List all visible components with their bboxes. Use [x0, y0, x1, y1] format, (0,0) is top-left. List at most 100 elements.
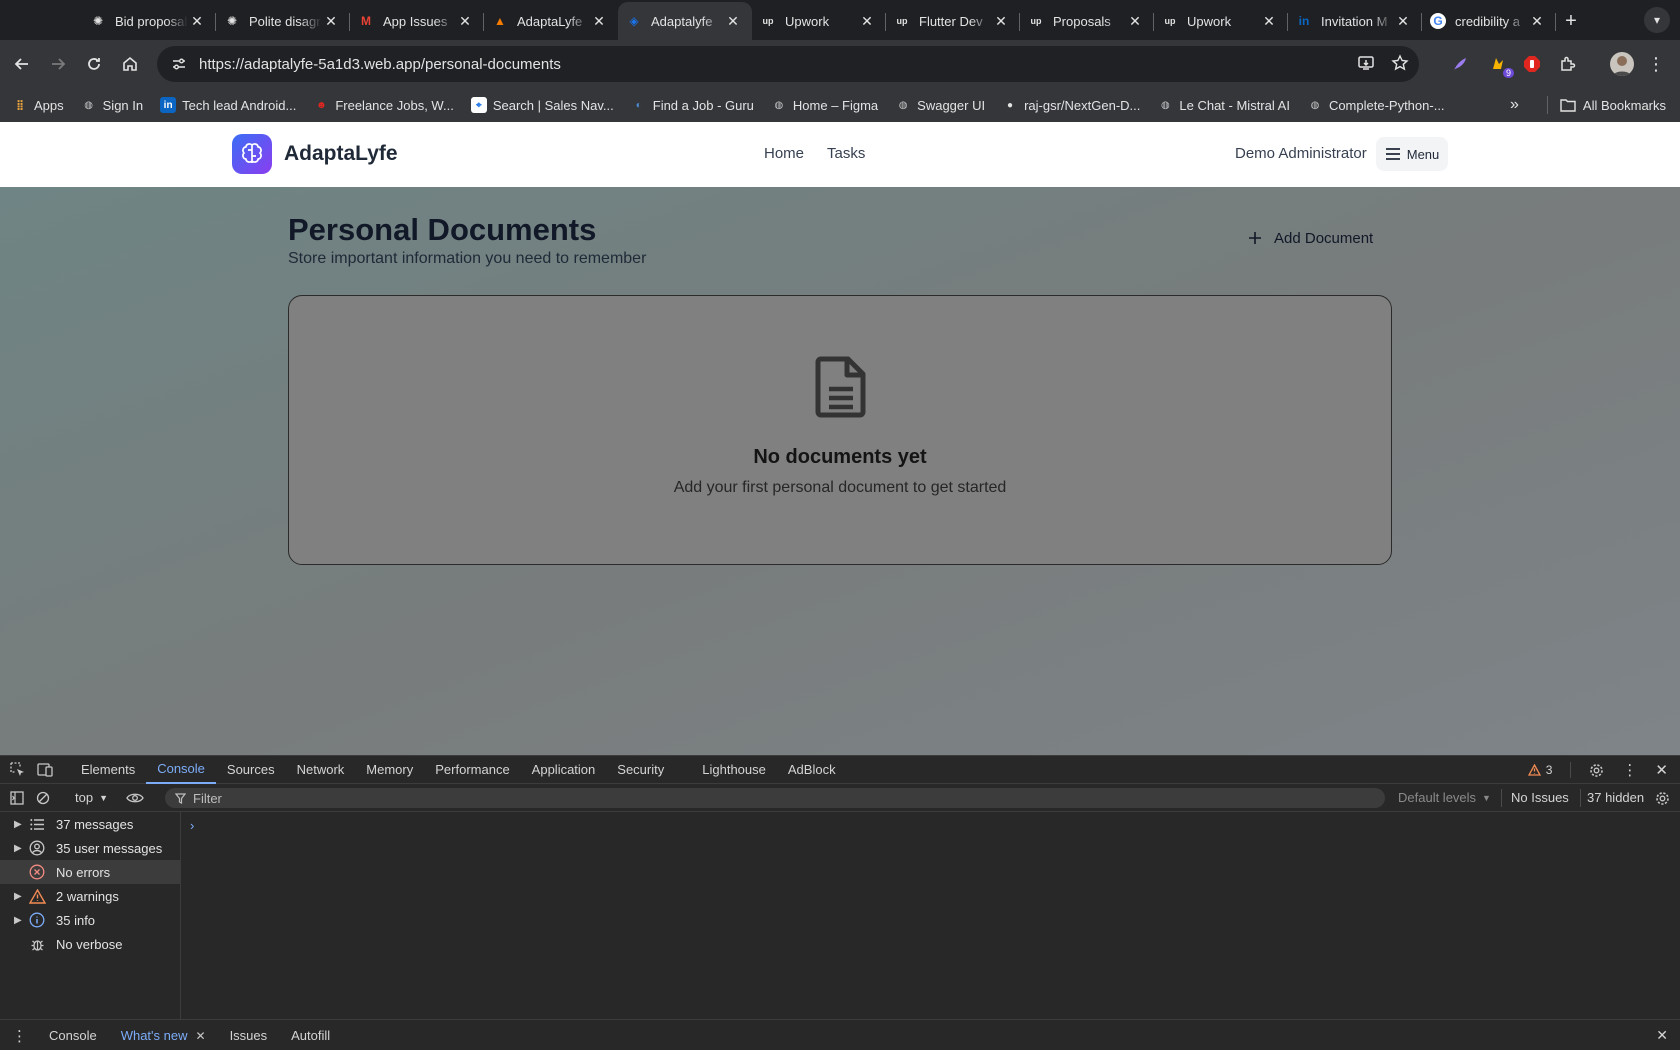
new-tab-button[interactable]: + — [1556, 2, 1586, 40]
sidebar-toggle-icon[interactable] — [10, 791, 24, 805]
devtools-tab-console[interactable]: Console — [146, 756, 216, 784]
devtools-tab-network[interactable]: Network — [286, 756, 356, 784]
adblock-extension-icon[interactable] — [1520, 52, 1544, 76]
expand-triangle-icon[interactable]: ▶ — [14, 843, 28, 854]
expand-triangle-icon[interactable]: ▶ — [14, 819, 28, 830]
forward-button[interactable] — [40, 46, 76, 82]
devtools-tab-security[interactable]: Security — [606, 756, 675, 784]
close-tab-icon[interactable]: ✕ — [322, 13, 340, 30]
bookmark-item[interactable]: ⌖ Search | Sales Nav... — [470, 97, 614, 113]
close-tab-icon[interactable]: ✕ — [1126, 13, 1144, 30]
bookmark-star-icon[interactable] — [1391, 54, 1409, 72]
drawer-tab[interactable]: What's new ✕ — [109, 1020, 218, 1050]
settings-gear-icon[interactable] — [1589, 763, 1604, 778]
tab-search-button[interactable]: ▾ — [1644, 7, 1670, 33]
close-tab-icon[interactable]: ✕ — [724, 13, 742, 30]
warning-counter[interactable]: 3 — [1527, 763, 1552, 777]
browser-tab[interactable]: ✺ Bid proposal ✕ — [82, 2, 216, 40]
browser-tab[interactable]: ✺ Polite disagreement✕ — [216, 2, 350, 40]
inspect-element-icon[interactable] — [10, 762, 25, 777]
console-sidebar-item[interactable]: No errors — [0, 860, 180, 884]
close-tab-icon[interactable]: ✕ — [188, 13, 206, 30]
devtools-tab-sources[interactable]: Sources — [216, 756, 286, 784]
devtools-tab-lighthouse[interactable]: Lighthouse — [691, 756, 777, 784]
devtools-tab-application[interactable]: Application — [521, 756, 607, 784]
bookmark-item[interactable]: ● raj-gsr/NextGen-D... — [1002, 97, 1140, 113]
expand-triangle-icon[interactable]: ▶ — [14, 891, 28, 902]
browser-tab[interactable]: up Proposals ✕ — [1020, 2, 1154, 40]
devtools-tab-elements[interactable]: Elements — [70, 756, 146, 784]
device-toolbar-icon[interactable] — [37, 762, 53, 777]
extension-feather-icon[interactable] — [1448, 52, 1472, 76]
console-sidebar-item[interactable]: ▶ 35 info — [0, 908, 180, 932]
close-devtools-icon[interactable]: ✕ — [1655, 761, 1668, 779]
console-sidebar-item[interactable]: No verbose — [0, 932, 180, 956]
close-tab-icon[interactable]: ✕ — [1394, 13, 1412, 30]
menu-button[interactable]: Menu — [1376, 137, 1448, 171]
install-app-icon[interactable] — [1357, 54, 1375, 72]
brain-logo-icon[interactable] — [232, 134, 272, 174]
nav-tasks-link[interactable]: Tasks — [827, 145, 865, 162]
console-prompt-chevron-icon[interactable]: › — [190, 818, 194, 833]
close-drawer-icon[interactable]: ✕ — [1656, 1027, 1668, 1044]
close-tab-icon[interactable]: ✕ — [992, 13, 1010, 30]
bookmark-item[interactable]: ◍ Complete-Python-... — [1307, 97, 1445, 113]
close-tab-icon[interactable]: ✕ — [1528, 13, 1546, 30]
profile-avatar-icon[interactable] — [1610, 52, 1634, 76]
site-settings-icon[interactable] — [171, 56, 187, 72]
bookmark-item[interactable]: ⣿ Apps — [12, 97, 64, 113]
console-sidebar-item[interactable]: ▶ 35 user messages — [0, 836, 180, 860]
context-selector[interactable]: top ▼ — [75, 790, 108, 805]
add-document-button[interactable]: Add Document — [1236, 220, 1385, 256]
bookmark-item[interactable]: in Tech lead Android... — [160, 97, 296, 113]
bookmark-item[interactable]: ◍ Home – Figma — [771, 97, 879, 113]
bookmark-item[interactable]: ◍ Sign In — [81, 97, 143, 113]
browser-tab[interactable]: up Upwork ✕ — [1154, 2, 1288, 40]
expand-triangle-icon[interactable]: ▶ — [14, 915, 28, 926]
browser-tab[interactable]: M App Issues ✕ — [350, 2, 484, 40]
console-filter-input[interactable]: Filter — [165, 788, 1385, 808]
home-button[interactable] — [112, 46, 148, 82]
issues-counter[interactable]: No Issues — [1511, 790, 1569, 805]
close-drawer-tab-icon[interactable]: ✕ — [196, 1029, 206, 1043]
back-button[interactable] — [4, 46, 40, 82]
devtools-more-icon[interactable]: ⋮ — [1622, 761, 1637, 779]
browser-menu-icon[interactable]: ⋮ — [1644, 52, 1668, 76]
address-bar[interactable]: https://adaptalyfe-5a1d3.web.app/persona… — [157, 46, 1419, 82]
browser-tab[interactable]: up Upwork ✕ — [752, 2, 886, 40]
devtools-tab-memory[interactable]: Memory — [355, 756, 424, 784]
drawer-tab[interactable]: Console — [37, 1020, 109, 1050]
bookmark-item[interactable]: ◍ Swagger UI — [895, 97, 985, 113]
live-expression-eye-icon[interactable] — [126, 791, 144, 805]
brand-name[interactable]: AdaptaLyfe — [284, 142, 398, 166]
close-tab-icon[interactable]: ✕ — [590, 13, 608, 30]
reload-button[interactable] — [76, 46, 112, 82]
extensions-puzzle-icon[interactable] — [1556, 52, 1580, 76]
close-tab-icon[interactable]: ✕ — [1260, 13, 1278, 30]
bookmark-item[interactable]: ◐ Find a Job - Guru — [631, 97, 754, 113]
devtools-tab-adblock[interactable]: AdBlock — [777, 756, 847, 784]
more-bookmarks-chevron-icon[interactable]: » — [1510, 96, 1519, 114]
close-tab-icon[interactable]: ✕ — [456, 13, 474, 30]
browser-tab[interactable]: ◈ Adaptalyfe ✕ — [618, 2, 752, 40]
console-settings-gear-icon[interactable] — [1655, 791, 1670, 806]
console-sidebar-item[interactable]: ▶ 2 warnings — [0, 884, 180, 908]
extension-badge-icon[interactable]: 9 — [1486, 52, 1514, 78]
user-name[interactable]: Demo Administrator — [1235, 145, 1367, 162]
console-sidebar-item[interactable]: ▶ 37 messages — [0, 812, 180, 836]
bookmark-item[interactable]: ☻ Freelance Jobs, W... — [313, 97, 454, 113]
nav-home-link[interactable]: Home — [764, 145, 804, 162]
drawer-menu-icon[interactable]: ⋮ — [0, 1027, 37, 1045]
all-bookmarks-button[interactable]: All Bookmarks — [1583, 98, 1666, 113]
browser-tab[interactable]: in Invitation M ✕ — [1288, 2, 1422, 40]
drawer-tab[interactable]: Autofill — [279, 1020, 342, 1050]
browser-tab[interactable]: ▲ AdaptaLyfe ✕ — [484, 2, 618, 40]
clear-console-icon[interactable] — [36, 791, 50, 805]
log-levels-dropdown[interactable]: Default levels ▼ — [1398, 790, 1491, 805]
browser-tab[interactable]: up Flutter Dev ✕ — [886, 2, 1020, 40]
drawer-tab[interactable]: Issues — [218, 1020, 280, 1050]
bookmark-item[interactable]: ◍ Le Chat - Mistral AI — [1157, 97, 1290, 113]
devtools-tab-performance[interactable]: Performance — [424, 756, 520, 784]
close-tab-icon[interactable]: ✕ — [858, 13, 876, 30]
browser-tab[interactable]: Gcredibility a ✕ — [1422, 2, 1556, 40]
